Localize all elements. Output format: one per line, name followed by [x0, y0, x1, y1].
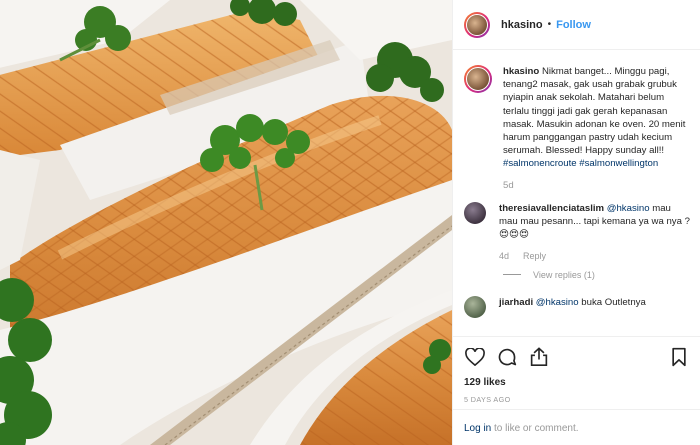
follow-button[interactable]: Follow: [556, 19, 591, 31]
share-icon[interactable]: [528, 346, 550, 368]
caption-text: Nikmat banget... Minggu pagi, tenang2 ma…: [503, 66, 686, 157]
commenter-avatar[interactable]: [464, 201, 486, 224]
comment-item: theresiavallenciataslim @hkasino mau mau…: [464, 201, 691, 264]
caption-age: 5d: [503, 179, 514, 191]
heart-icon[interactable]: [464, 346, 486, 368]
comment-text: buka Outletnya: [581, 296, 646, 308]
caption-hashtags[interactable]: #salmonencroute #salmonwellington: [503, 158, 658, 169]
header-separator: •: [547, 19, 552, 30]
view-replies-button[interactable]: View replies (1): [503, 270, 691, 280]
post-date: 5 DAYS AGO: [464, 395, 511, 404]
post-actions: 129 likes 5 DAYS AGO: [453, 336, 700, 408]
commenter-avatar[interactable]: [464, 295, 486, 318]
post-photo[interactable]: [0, 0, 452, 445]
view-replies-label: View replies (1): [533, 269, 595, 280]
comment-age: 4d: [499, 251, 510, 262]
instagram-post: hkasino • Follow hkasino Nikmat banget..…: [0, 0, 700, 445]
header-username[interactable]: hkasino: [501, 19, 543, 31]
comment-emojis: 😍😍😍: [499, 229, 530, 241]
bookmark-icon[interactable]: [668, 346, 690, 368]
comment-username[interactable]: theresiavallenciataslim: [499, 203, 604, 214]
post-side-panel: hkasino • Follow hkasino Nikmat banget..…: [452, 0, 700, 445]
salmon-pastry-photo: [0, 0, 452, 445]
login-prompt: Log in to like or comment.: [453, 409, 700, 445]
comment-mention[interactable]: @hkasino: [607, 203, 650, 214]
caption-avatar[interactable]: [464, 65, 492, 93]
comment-username[interactable]: jiarhadi: [499, 297, 533, 308]
caption: hkasino Nikmat banget... Minggu pagi, te…: [464, 65, 691, 192]
likes-count[interactable]: 129 likes: [464, 377, 690, 388]
avatar[interactable]: [464, 11, 490, 38]
login-link[interactable]: Log in: [464, 423, 491, 434]
comment-mention[interactable]: @hkasino: [536, 297, 579, 308]
post-header: hkasino • Follow: [453, 0, 700, 50]
reply-button[interactable]: Reply: [523, 250, 546, 263]
caption-username[interactable]: hkasino: [503, 66, 539, 77]
comments-section[interactable]: hkasino Nikmat banget... Minggu pagi, te…: [453, 51, 700, 336]
comment-item: jiarhadi @hkasino buka Outletnya: [464, 295, 691, 318]
comment-icon[interactable]: [496, 346, 518, 368]
login-text: to like or comment.: [494, 423, 579, 434]
